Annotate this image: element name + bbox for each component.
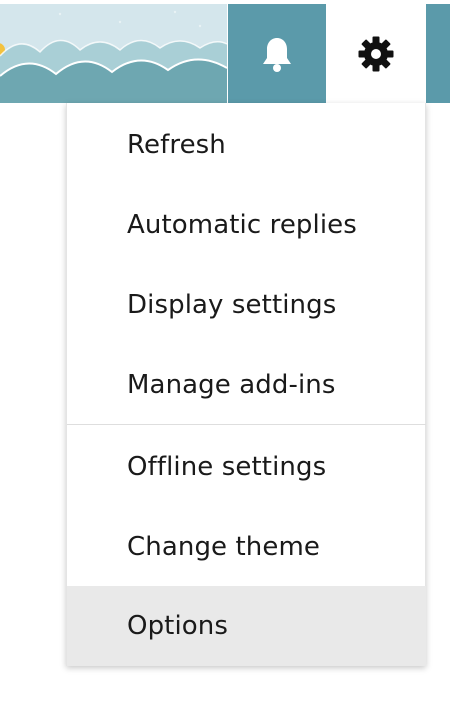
- settings-button[interactable]: [326, 4, 426, 103]
- menu-item-refresh[interactable]: Refresh: [67, 105, 426, 185]
- theme-banner-image: [0, 4, 227, 103]
- settings-menu: Refresh Automatic replies Display settin…: [66, 103, 426, 666]
- menu-item-automatic-replies[interactable]: Automatic replies: [67, 185, 426, 265]
- toolbar-overflow-strip: [426, 4, 450, 103]
- menu-item-label: Options: [127, 611, 229, 641]
- menu-item-display-settings[interactable]: Display settings: [67, 265, 426, 345]
- menu-item-offline-settings[interactable]: Offline settings: [67, 427, 426, 507]
- menu-item-label: Automatic replies: [127, 210, 357, 240]
- notifications-button[interactable]: [228, 4, 326, 103]
- menu-item-label: Offline settings: [127, 452, 327, 482]
- bell-icon: [263, 37, 291, 72]
- menu-item-change-theme[interactable]: Change theme: [67, 507, 426, 587]
- menu-item-label: Refresh: [127, 130, 226, 160]
- menu-item-label: Manage add-ins: [127, 370, 336, 400]
- menu-item-options[interactable]: Options: [67, 586, 426, 666]
- menu-item-label: Display settings: [127, 290, 337, 320]
- menu-item-label: Change theme: [127, 532, 321, 562]
- menu-divider: [67, 424, 426, 425]
- menu-item-manage-add-ins[interactable]: Manage add-ins: [67, 345, 426, 425]
- top-navigation-bar: [0, 4, 450, 103]
- gear-icon: [358, 36, 394, 71]
